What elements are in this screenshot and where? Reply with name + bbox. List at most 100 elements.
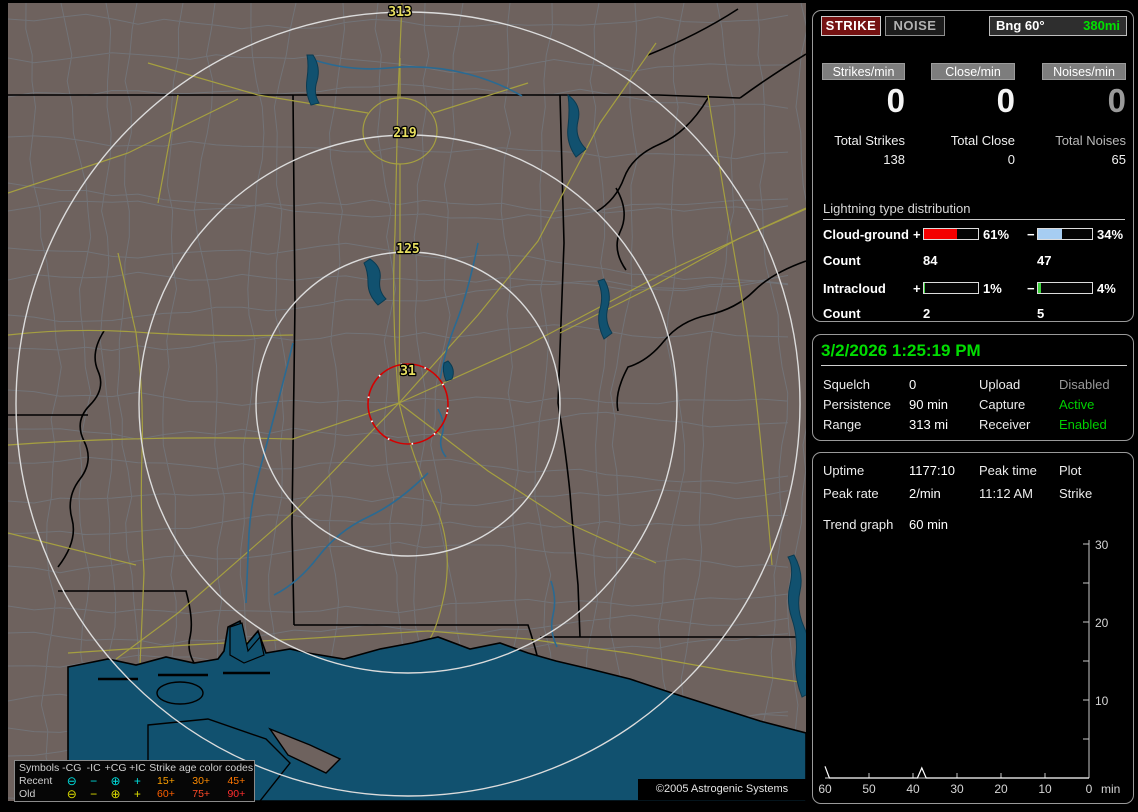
peak-rate-value: 2/min [909,486,941,501]
peak-rate-label: Peak rate [823,486,879,501]
cloud-ground-row: Cloud-ground + 61% − 34% [813,227,1135,242]
strikes-per-min-chip: Strikes/min [822,63,905,80]
ring-label-313: 313 [388,5,411,20]
svg-text:20: 20 [1095,616,1109,630]
count-label: Count [823,253,861,268]
datetime-readout: 3/2/2026 1:25:19 PM [821,341,1127,366]
age-30: 30+ [192,775,211,787]
persistence-value: 90 min [909,397,949,412]
ic-plus-bar [923,282,979,294]
status-panel: 3/2/2026 1:25:19 PM Squelch 0 Upload Dis… [812,334,1134,441]
pos-ic-old-icon: + [133,787,141,801]
upload-value: Disabled [1059,377,1110,392]
close-per-min-chip: Close/min [931,63,1015,80]
stats-panel: STRIKE NOISE Bng 60° 380mi Strikes/min C… [812,10,1134,322]
strike-button[interactable]: STRIKE [821,16,881,36]
trend-y-labels: 30 20 10 [1095,538,1109,708]
cg-plus-bar [923,228,979,240]
total-close-value: 0 [1007,152,1015,167]
trend-graph-label: Trend graph [823,517,894,532]
cg-minus-pct: 34% [1097,227,1124,242]
close-per-min-value: 0 [996,82,1015,119]
total-noises-label: Total Noises [1055,133,1126,148]
svg-text:40: 40 [906,782,920,796]
age-75: 75+ [192,788,211,800]
svg-text:30: 30 [1095,538,1109,552]
total-close-label: Total Close [950,133,1015,148]
ic-minus-bar [1037,282,1093,294]
svg-text:10: 10 [1095,694,1109,708]
ic-plus-count: 2 [923,306,931,321]
total-strikes-value: 138 [883,152,905,167]
plus-sign: + [913,227,921,242]
age-60: 60+ [157,788,175,800]
svg-text:30: 30 [950,782,964,796]
svg-text:10: 10 [1038,782,1052,796]
intracloud-count-row: Count 2 5 [813,306,1135,321]
persistence-label: Persistence [823,397,891,412]
cg-plus-pct: 61% [983,227,1010,242]
intracloud-row: Intracloud + 1% − 4% [813,281,1135,296]
range-label: Range [823,417,862,432]
legend-old-row: Old ⊖ − ⊕ + 60+ 75+ 90+ [19,788,254,801]
trend-panel: Uptime 1177:10 Peak time Plot Peak rate … [812,452,1134,804]
pos-cg-old-icon: ⊕ [110,787,121,801]
plot-label: Plot [1059,463,1082,478]
range-value: 313 mi [909,417,949,432]
bearing-value: 380mi [1083,18,1120,33]
trend-x-unit: min [1101,782,1120,796]
ring-label-31: 31 [400,364,416,379]
noise-button[interactable]: NOISE [885,16,945,36]
legend-old-label: Old [19,788,36,800]
age-90: 90+ [227,788,246,800]
ic-minus-pct: 4% [1097,281,1116,296]
receiver-label: Receiver [979,417,1031,432]
distribution-title: Lightning type distribution [823,201,1125,220]
legend-recent-label: Recent [19,775,53,787]
count-label: Count [823,306,861,321]
upload-label: Upload [979,377,1021,392]
ic-minus-count: 5 [1037,306,1045,321]
map-canvas[interactable]: 313 219 125 31 [8,3,806,801]
squelch-value: 0 [909,377,917,392]
svg-text:60: 60 [818,782,832,796]
noises-per-min-value: 0 [1107,82,1126,119]
capture-label: Capture [979,397,1026,412]
map-area[interactable]: 313 219 125 31 Symbols -CG -IC +CG +IC S… [8,3,806,802]
total-strikes-label: Total Strikes [834,133,905,148]
strikes-per-min-value: 0 [886,82,905,119]
intracloud-label: Intracloud [823,281,886,296]
app-window: 313 219 125 31 Symbols -CG -IC +CG +IC S… [0,0,1138,812]
squelch-label: Squelch [823,377,870,392]
total-noises-value: 65 [1111,152,1126,167]
trend-window-value: 60 min [909,517,949,532]
bearing-readout: Bng 60° 380mi [989,16,1127,36]
trend-axes [825,540,1090,779]
neg-ic-old-icon: − [90,787,98,801]
age-45: 45+ [227,775,246,787]
noises-per-min-chip: Noises/min [1042,63,1126,80]
map-legend: Symbols -CG -IC +CG +IC Strike age color… [14,760,255,802]
svg-text:0: 0 [1086,782,1093,796]
receiver-value: Enabled [1059,417,1107,432]
legend-symbols-header: Symbols [19,762,60,774]
minus-sign: − [1027,281,1035,296]
neg-cg-old-icon: ⊖ [66,787,77,801]
legend-age-title: Strike age color codes [149,762,254,774]
cg-minus-count: 47 [1037,253,1052,268]
cg-plus-count: 84 [923,253,938,268]
cg-minus-bar [1037,228,1093,240]
age-15: 15+ [157,775,175,787]
plus-sign: + [913,281,921,296]
peak-time-label: Peak time [979,463,1037,478]
ring-label-125: 125 [396,242,419,257]
ring-label-219: 219 [393,126,416,141]
svg-text:50: 50 [862,782,876,796]
svg-text:20: 20 [994,782,1008,796]
trend-graph: 30 20 10 60 50 40 30 20 10 0 min [818,538,1120,796]
bearing-label: Bng 60° [996,18,1045,33]
cloud-ground-count-row: Count 84 47 [813,253,1135,268]
trend-x-labels: 60 50 40 30 20 10 0 min [818,782,1120,796]
cloud-ground-label: Cloud-ground [823,227,909,242]
peak-time-value: 11:12 AM [979,486,1033,501]
